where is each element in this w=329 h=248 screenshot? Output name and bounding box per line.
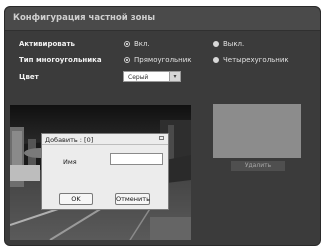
zone-preview-box — [213, 104, 301, 158]
private-zone-panel: Конфигурация частной зоны Активировать В… — [4, 6, 321, 246]
activate-label: Активировать — [19, 40, 75, 48]
color-label: Цвет — [19, 73, 39, 81]
quadrilateral-radio[interactable]: Четырехугольник — [213, 56, 289, 64]
panel-title: Конфигурация частной зоны — [13, 13, 156, 23]
activate-on-label: Вкл. — [134, 40, 150, 48]
activate-off-label: Выкл. — [223, 40, 245, 48]
radio-unselected-icon — [213, 41, 219, 47]
polygon-type-label: Тип многоугольника — [19, 56, 102, 64]
ok-button[interactable]: OK — [59, 193, 93, 205]
color-select[interactable]: Серый ▾ — [123, 71, 181, 82]
maximize-icon[interactable] — [159, 136, 164, 140]
quadrilateral-label: Четырехугольник — [223, 56, 289, 64]
radio-unselected-icon — [213, 57, 219, 63]
radio-selected-icon — [124, 41, 130, 47]
chevron-down-icon: ▾ — [169, 72, 180, 81]
add-zone-dialog: Добавить : [0] Имя OK Отменить — [41, 133, 169, 210]
cancel-button[interactable]: Отменить — [115, 193, 150, 205]
radio-selected-icon — [124, 57, 130, 63]
dialog-title: Добавить : [0] — [45, 135, 94, 144]
name-label: Имя — [63, 158, 77, 166]
name-input[interactable] — [110, 153, 163, 165]
rectangle-radio[interactable]: Прямоугольник — [124, 56, 192, 64]
rectangle-label: Прямоугольник — [134, 56, 192, 64]
dialog-title-bar: Добавить : [0] — [42, 134, 168, 145]
delete-button[interactable]: Удалить — [231, 161, 285, 171]
activate-off-radio[interactable]: Выкл. — [213, 40, 244, 48]
color-select-value: Серый — [128, 73, 149, 81]
activate-on-radio[interactable]: Вкл. — [124, 40, 150, 48]
panel-header: Конфигурация частной зоны — [5, 7, 320, 31]
